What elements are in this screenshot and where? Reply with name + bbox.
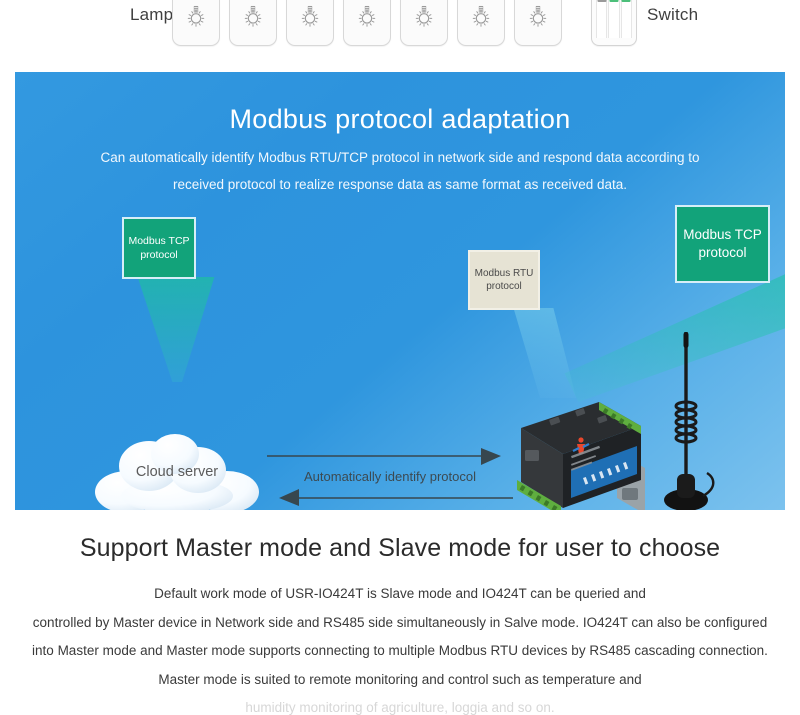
modbus-rtu-protocol-box: Modbus RTU protocol <box>468 250 540 310</box>
panel-title: Modbus protocol adaptation <box>229 104 571 134</box>
box-label: Modbus TCP protocol <box>128 234 190 261</box>
lightbulb-icon <box>472 5 490 27</box>
section-paragraph-line: humidity monitoring of agriculture, logg… <box>245 700 555 715</box>
section-paragraph-line: Default work mode of USR-IO424T is Slave… <box>154 586 646 601</box>
section-paragraph-line: into Master mode and Master mode support… <box>32 643 768 658</box>
box-label: Modbus RTU protocol <box>474 267 534 293</box>
usr-io424t-device-image <box>517 402 645 510</box>
box-label: Modbus TCP protocol <box>683 226 762 260</box>
light-beam-rtu <box>513 308 577 398</box>
lightbulb-icon <box>358 5 376 27</box>
lamp-label: Lamp <box>130 5 174 24</box>
lightbulb-icon <box>415 5 433 27</box>
panel-subtitle-line1: Can automatically identify Modbus RTU/TC… <box>100 150 700 165</box>
lamp-icon[interactable] <box>229 0 277 46</box>
antenna-icon <box>664 332 715 510</box>
switch-slot[interactable] <box>596 0 608 38</box>
section-paragraph-line: controlled by Master device in Network s… <box>32 614 768 630</box>
switch-icon[interactable] <box>591 0 637 46</box>
switch-label: Switch <box>647 5 699 24</box>
switch-slots <box>596 0 632 38</box>
cloud-server-label: Cloud server <box>135 464 219 480</box>
lightbulb-icon <box>244 5 262 27</box>
light-beam-cloud <box>137 277 215 382</box>
panel-subtitle-line2: received protocol to realize response da… <box>173 177 627 192</box>
lightbulb-icon <box>529 5 547 27</box>
switch-led-indicator <box>609 0 619 2</box>
lamp-icon[interactable] <box>286 0 334 46</box>
lightbulb-icon <box>187 5 205 27</box>
switch-slot[interactable] <box>620 0 632 38</box>
lamp-icon[interactable] <box>400 0 448 46</box>
lamp-icon[interactable] <box>514 0 562 46</box>
master-slave-mode-section: Support Master mode and Slave mode for u… <box>0 512 800 714</box>
switch-led-indicator <box>621 0 631 2</box>
section-title: Support Master mode and Slave mode for u… <box>79 534 721 562</box>
switch-led-indicator <box>597 0 607 2</box>
modbus-adaptation-panel: Modbus protocol adaptation Can automatic… <box>15 72 785 510</box>
lamp-switch-strip: Lamp Switch <box>0 0 800 60</box>
modbus-tcp-protocol-box-left: Modbus TCP protocol <box>122 217 196 279</box>
lamp-icon-row <box>172 0 562 46</box>
modbus-tcp-protocol-box-right: Modbus TCP protocol <box>675 205 770 283</box>
lamp-icon[interactable] <box>457 0 505 46</box>
lightbulb-icon <box>301 5 319 27</box>
lamp-icon[interactable] <box>172 0 220 46</box>
section-paragraph-line: Master mode is suited to remote monitori… <box>158 671 642 687</box>
lamp-icon[interactable] <box>343 0 391 46</box>
arrow-label: Automatically identify protocol <box>304 469 476 484</box>
switch-slot[interactable] <box>608 0 620 38</box>
